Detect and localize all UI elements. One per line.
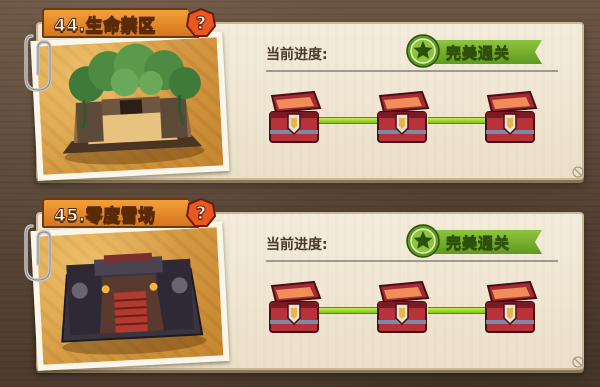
help-button[interactable]: ? [186,8,216,38]
forest-ruins-scene-icon [62,43,205,165]
perfect-clear-text: 完美通关 [446,43,511,62]
star-medal-icon [406,224,440,258]
no-entry-icon [572,356,584,368]
perfect-clear-text: 完美通关 [446,233,511,252]
perfect-clear-ribbon: 完美通关 [424,40,542,64]
treasure-chest-icon[interactable] [482,280,538,336]
stage-card-44[interactable]: 44.生命禁区 ? 当前进度: 完美通关 [22,8,590,184]
progress-label: 当前进度: [266,237,328,253]
question-mark-icon: ? [195,12,207,34]
treasure-chest-icon[interactable] [266,90,322,146]
stage-title-tab: 45.零度雪场 [42,198,200,228]
stage-card-45[interactable]: 45.零度雪场 ? 当前进度: 完美通关 [22,198,590,374]
help-button[interactable]: ? [186,198,216,228]
star-medal-icon [406,34,440,68]
chest-progress-row [266,88,558,152]
progress-connector [318,307,378,314]
treasure-chest-icon[interactable] [482,90,538,146]
perfect-clear-ribbon: 完美通关 [424,230,542,254]
treasure-chest-icon[interactable] [374,90,430,146]
stage-title-tab: 44.生命禁区 [42,8,200,38]
perfect-clear-badge: 完美通关 [406,224,542,258]
progress-connector [428,117,486,124]
no-entry-icon [572,166,584,178]
treasure-chest-icon[interactable] [374,280,430,336]
paper-clip-icon [24,224,52,282]
dark-fortress-scene-icon [61,252,207,355]
divider [266,70,558,72]
perfect-clear-badge: 完美通关 [406,34,542,68]
divider [266,260,558,262]
treasure-chest-icon[interactable] [266,280,322,336]
progress-connector [428,307,486,314]
paper-clip-icon [24,34,52,92]
progress-connector [318,117,378,124]
chest-progress-row [266,278,558,342]
progress-label: 当前进度: [266,47,328,63]
question-mark-icon: ? [195,202,207,224]
stage-title: 44.生命禁区 [54,15,156,36]
stage-title: 45.零度雪场 [54,205,156,226]
